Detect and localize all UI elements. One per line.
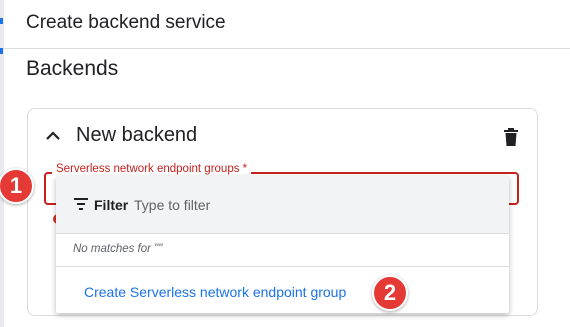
no-matches-text: No matches for "" <box>73 243 163 255</box>
create-serverless-neg-link[interactable]: Create Serverless network endpoint group <box>84 284 346 300</box>
step-badge-2: 2 <box>372 275 408 311</box>
chevron-up-icon[interactable] <box>43 126 63 146</box>
section-title: Backends <box>26 57 119 80</box>
edge-marker <box>0 48 3 54</box>
edge-marker <box>0 18 3 24</box>
dialog-header: Create backend service <box>4 0 570 49</box>
trash-icon[interactable] <box>503 128 519 146</box>
divider <box>56 266 509 267</box>
dialog-title: Create backend service <box>26 12 226 33</box>
filter-input[interactable] <box>134 195 434 215</box>
filter-icon <box>74 198 88 210</box>
backend-card-title: New backend <box>76 124 198 146</box>
left-edge-strip <box>0 0 4 327</box>
filter-label: Filter <box>94 197 129 213</box>
field-label: Serverless network endpoint groups * <box>52 163 252 175</box>
